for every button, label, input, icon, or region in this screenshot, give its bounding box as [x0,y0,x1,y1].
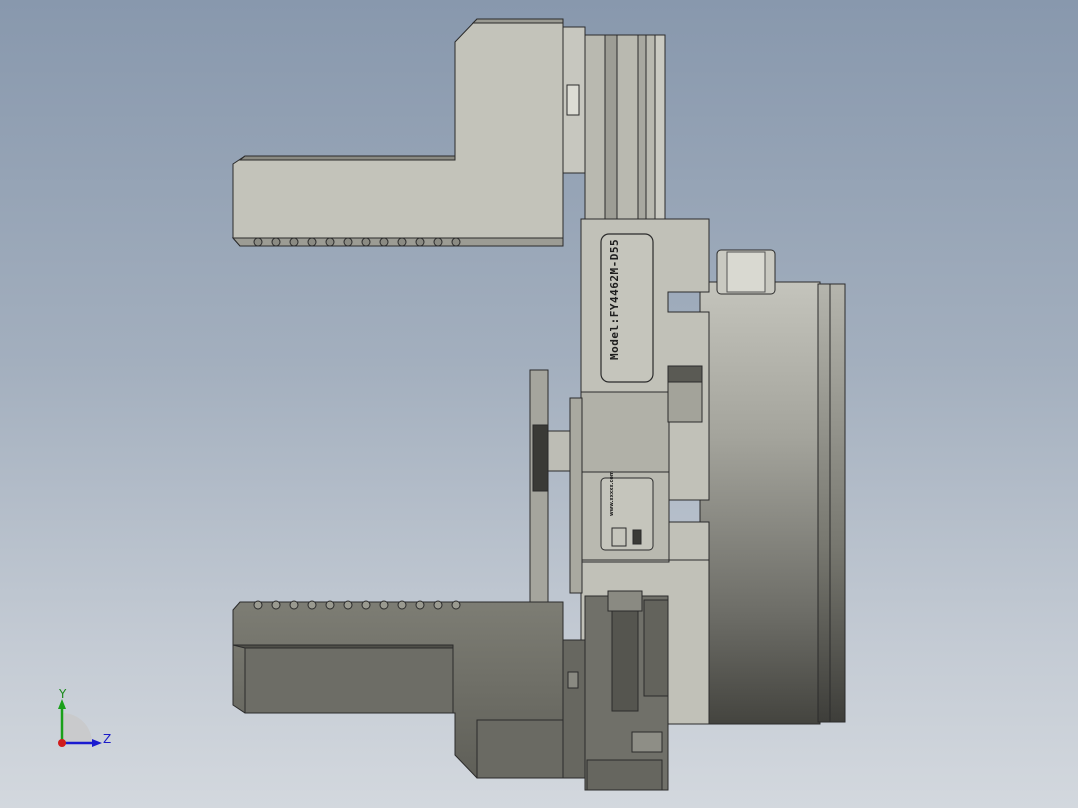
cad-3d-viewport[interactable]: Model:FY4462M-D55 www.xxxxx.com [0,0,1078,808]
model-label-text: Model:FY4462M-D55 [608,238,621,360]
brand-url-text: www.xxxxx.com [609,470,615,516]
lower-jaw[interactable] [232,600,586,779]
upper-jaw[interactable] [231,18,564,247]
actuator-cylinder[interactable] [699,249,846,725]
z-axis-label: Z [103,732,112,746]
gripper-model[interactable] [0,0,1078,808]
side-flange[interactable] [529,369,549,611]
y-axis-label: Y [59,687,67,701]
lower-carriage[interactable] [584,590,669,791]
upper-rail[interactable] [562,26,666,226]
